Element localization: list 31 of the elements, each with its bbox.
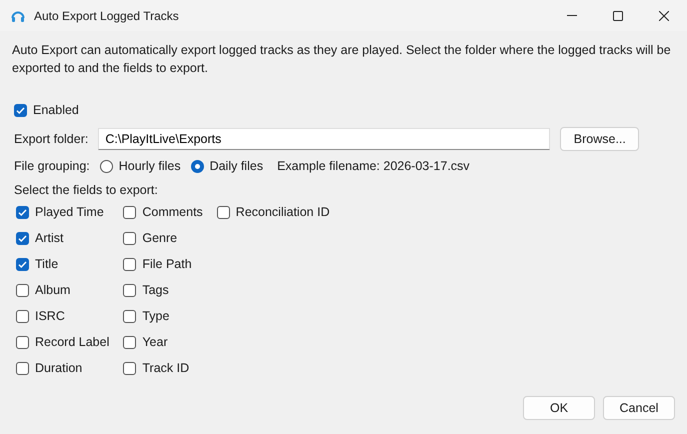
example-filename: Example filename: 2026-03-17.csv xyxy=(277,159,470,173)
close-icon xyxy=(659,10,669,20)
field-checkbox[interactable]: Genre xyxy=(123,225,203,251)
cancel-button[interactable]: Cancel xyxy=(603,396,675,420)
field-checkbox[interactable]: Album xyxy=(16,277,110,303)
file-grouping-label: File grouping: xyxy=(14,159,90,173)
field-checkbox[interactable]: Year xyxy=(123,329,203,355)
field-checkbox[interactable]: Title xyxy=(16,251,110,277)
description-text: Auto Export can automatically export logged tracks as they are played. Select the folder where the logged tracks will be exported to and the fields to export. xyxy=(12,42,672,77)
grouping-radio[interactable]: Daily files xyxy=(190,159,264,173)
field-checkbox[interactable]: Duration xyxy=(16,355,110,381)
enabled-checkbox[interactable]: Enabled xyxy=(14,97,675,123)
field-checkbox[interactable]: File Path xyxy=(123,251,203,277)
field-checkbox[interactable]: Record Label xyxy=(16,329,110,355)
fields-label: Select the fields to export: xyxy=(14,183,159,197)
field-checkbox[interactable]: ISRC xyxy=(16,303,110,329)
export-folder-field[interactable]: C:\PlayItLive\Exports xyxy=(98,128,550,150)
export-folder-label: Export folder: xyxy=(14,132,88,146)
grouping-radio[interactable]: Hourly files xyxy=(100,159,181,173)
field-checkbox[interactable]: Tags xyxy=(123,277,203,303)
ok-button[interactable]: OK xyxy=(523,396,595,420)
maximize-icon xyxy=(613,10,623,20)
browse-button[interactable]: Browse... xyxy=(560,127,640,151)
field-checkbox[interactable]: Played Time xyxy=(16,199,110,225)
field-checkbox[interactable]: Type xyxy=(123,303,203,329)
field-checkbox[interactable]: Track ID xyxy=(123,355,203,381)
field-checkbox[interactable]: Comments xyxy=(123,199,203,225)
field-checkbox[interactable]: Artist xyxy=(16,225,110,251)
window-title: Auto Export Logged Tracks xyxy=(34,8,180,22)
field-checkbox[interactable]: Reconciliation ID xyxy=(216,199,330,225)
minimize-icon xyxy=(567,15,577,16)
